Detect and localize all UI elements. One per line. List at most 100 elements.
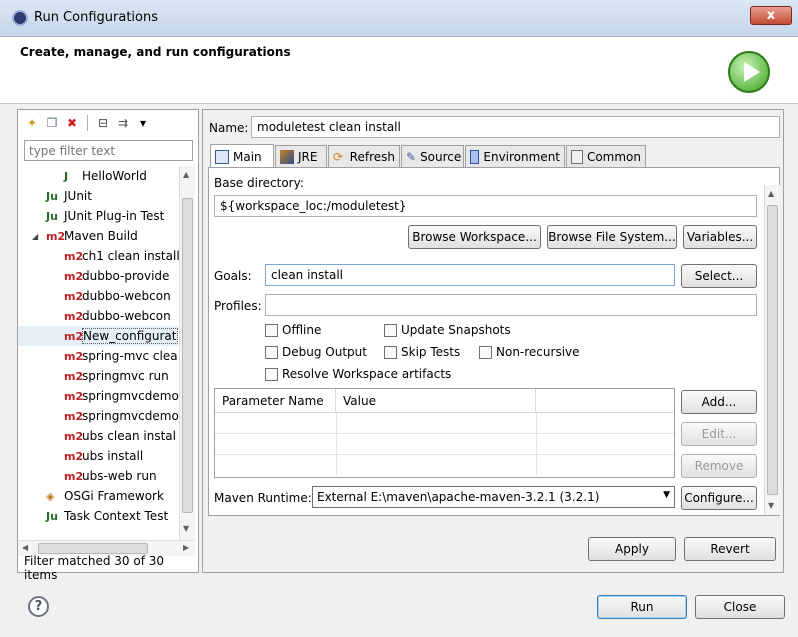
- tree-item[interactable]: m2 ch1 clean install: [18, 246, 180, 266]
- parameter-table[interactable]: Parameter Name Value: [214, 388, 675, 478]
- maven-icon: m2: [64, 469, 84, 483]
- tree-item[interactable]: Ju JUnit: [18, 186, 92, 206]
- source-tab-icon: ✎: [406, 149, 417, 164]
- tree-item[interactable]: ◢ m2 Maven Build: [18, 226, 138, 246]
- tree-item-label: dubbo-provide: [82, 269, 170, 283]
- maven-runtime-label: Maven Runtime:: [214, 491, 312, 505]
- tab-main[interactable]: Main: [210, 144, 274, 168]
- tree-toolbar: ✦ ❐ ✖ ⊟ ⇉ ▾: [24, 115, 151, 131]
- tree-item[interactable]: m2 ubs clean instal: [18, 426, 176, 446]
- variables-button[interactable]: Variables...: [683, 225, 757, 249]
- expand-toggle-icon[interactable]: ◢: [32, 232, 38, 241]
- skip-tests-checkbox[interactable]: Skip Tests: [384, 345, 460, 359]
- tab-environment[interactable]: Environment: [465, 145, 565, 167]
- add-parameter-button[interactable]: Add...: [681, 390, 757, 414]
- tree-item[interactable]: m2 dubbo-provide: [18, 266, 169, 286]
- apply-button[interactable]: Apply: [588, 537, 676, 561]
- configuration-tree: J HelloWorld Ju JUnit Ju JUnit Plug-in Test ◢ m…: [18, 166, 180, 526]
- tree-item-label: JUnit: [64, 189, 92, 203]
- maven-icon: m2: [64, 329, 84, 343]
- profiles-input[interactable]: [265, 294, 757, 316]
- tree-item[interactable]: J HelloWorld: [18, 166, 147, 186]
- jre-tab-icon: [280, 149, 294, 164]
- main-tab-icon: [215, 149, 229, 164]
- tree-item-label: JUnit Plug-in Test: [64, 209, 165, 223]
- title-bar: Run Configurations x: [0, 0, 798, 37]
- tree-item-label: springmvc run: [82, 369, 169, 383]
- tab-refresh[interactable]: ⟳ Refresh: [328, 145, 400, 167]
- maven-icon: m2: [64, 249, 84, 263]
- delete-icon[interactable]: ✖: [64, 115, 80, 131]
- tree-item-label: ubs clean instal: [82, 429, 176, 443]
- tree-item-label: dubbo-webcon: [82, 309, 171, 323]
- parameter-name-column-header[interactable]: Parameter Name: [215, 389, 336, 413]
- collapse-all-icon[interactable]: ⊟: [95, 115, 111, 131]
- revert-button[interactable]: Revert: [684, 537, 776, 561]
- tree-item-label: HelloWorld: [82, 169, 147, 183]
- browse-file-system-button[interactable]: Browse File System...: [547, 225, 677, 249]
- filter-icon[interactable]: ⇉: [115, 115, 131, 131]
- tree-item[interactable]: ◈ OSGi Framework: [18, 486, 164, 506]
- base-directory-input[interactable]: ${workspace_loc:/moduletest}: [214, 195, 757, 217]
- edit-parameter-button[interactable]: Edit...: [681, 422, 757, 446]
- window-close-button[interactable]: x: [750, 6, 792, 25]
- tree-vertical-scrollbar[interactable]: ▲ ▼: [179, 166, 195, 540]
- tree-item[interactable]: m2 New_configurat: [18, 326, 178, 346]
- value-column-header[interactable]: Value: [336, 389, 536, 413]
- table-row: [215, 455, 674, 476]
- offline-checkbox[interactable]: Offline: [265, 323, 321, 337]
- base-directory-label: Base directory:: [214, 176, 304, 190]
- tree-item[interactable]: Ju Task Context Test: [18, 506, 168, 526]
- environment-tab-icon: [470, 149, 480, 164]
- tree-item[interactable]: m2 springmvcdemo: [18, 386, 179, 406]
- configure-runtime-button[interactable]: Configure...: [681, 486, 757, 510]
- tree-item[interactable]: m2 springmvc run: [18, 366, 169, 386]
- tree-item[interactable]: m2 dubbo-webcon: [18, 286, 171, 306]
- goals-input[interactable]: clean install: [265, 264, 675, 286]
- update-snapshots-checkbox[interactable]: Update Snapshots: [384, 323, 511, 337]
- tree-item[interactable]: m2 springmvcdemo: [18, 406, 179, 426]
- maven-icon: m2: [64, 429, 84, 443]
- select-goals-button[interactable]: Select...: [681, 264, 757, 288]
- help-icon[interactable]: ?: [28, 596, 49, 617]
- tab-jre[interactable]: JRE: [275, 145, 327, 167]
- goals-label: Goals:: [214, 269, 252, 283]
- chevron-down-icon: ▼: [663, 490, 670, 500]
- filter-status-text: Filter matched 30 of 30 items: [24, 554, 165, 582]
- close-button[interactable]: Close: [695, 595, 785, 619]
- tree-item[interactable]: m2 ubs install: [18, 446, 143, 466]
- window-title: Run Configurations: [34, 10, 158, 25]
- editor-vertical-scrollbar[interactable]: ▲ ▼: [764, 185, 780, 515]
- tree-item[interactable]: m2 dubbo-webcon: [18, 306, 171, 326]
- resolve-workspace-checkbox[interactable]: Resolve Workspace artifacts: [265, 367, 451, 381]
- debug-output-checkbox[interactable]: Debug Output: [265, 345, 367, 359]
- view-menu-chevron-down-icon[interactable]: ▾: [135, 115, 151, 131]
- name-label: Name:: [209, 121, 249, 135]
- maven-icon: m2: [64, 309, 84, 323]
- new-config-icon[interactable]: ✦: [24, 115, 40, 131]
- tab-common[interactable]: Common: [566, 145, 646, 167]
- maven-runtime-select[interactable]: External E:\maven\apache-maven-3.2.1 (3.…: [312, 486, 675, 508]
- name-input[interactable]: moduletest clean install: [251, 116, 780, 138]
- table-header: Parameter Name Value: [215, 389, 674, 413]
- junit-icon: Ju: [46, 209, 58, 223]
- filter-input[interactable]: [24, 140, 193, 161]
- tree-item-label: OSGi Framework: [64, 489, 164, 503]
- tab-source[interactable]: ✎ Source: [401, 145, 464, 167]
- common-tab-icon: [571, 149, 583, 164]
- browse-workspace-button[interactable]: Browse Workspace...: [408, 225, 541, 249]
- run-button[interactable]: Run: [597, 595, 687, 619]
- tree-item-label: New_configurat: [82, 328, 178, 344]
- remove-parameter-button[interactable]: Remove: [681, 454, 757, 478]
- tree-item[interactable]: m2 ubs-web run: [18, 466, 157, 486]
- tree-item[interactable]: m2 spring-mvc clea: [18, 346, 178, 366]
- junit-icon: J: [64, 169, 69, 183]
- duplicate-icon[interactable]: ❐: [44, 115, 60, 131]
- run-icon: [728, 51, 770, 93]
- non-recursive-checkbox[interactable]: Non-recursive: [479, 345, 580, 359]
- tree-item[interactable]: Ju JUnit Plug-in Test: [18, 206, 164, 226]
- configuration-tree-panel: ✦ ❐ ✖ ⊟ ⇉ ▾ J HelloWorld Ju JUnit Ju JUnit Pl…: [17, 109, 199, 582]
- refresh-tab-icon: ⟳: [333, 149, 344, 164]
- maven-icon: m2: [46, 229, 66, 243]
- tree-item-label: ubs install: [82, 449, 144, 463]
